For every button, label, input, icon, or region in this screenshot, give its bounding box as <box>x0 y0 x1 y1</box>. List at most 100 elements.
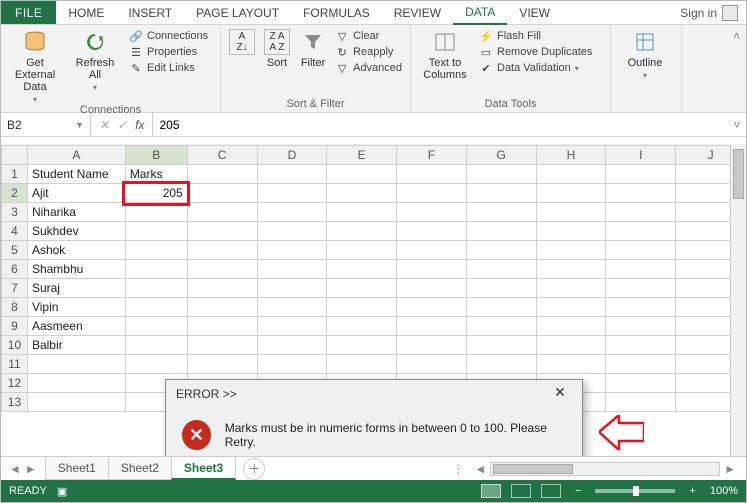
row-header-11[interactable]: 11 <box>2 355 28 374</box>
cell-I7[interactable] <box>606 279 676 298</box>
cell-E7[interactable] <box>327 279 397 298</box>
cell-H9[interactable] <box>536 317 606 336</box>
cell-E4[interactable] <box>327 222 397 241</box>
collapse-ribbon-icon[interactable]: ˄ <box>733 29 740 43</box>
cell-A11[interactable] <box>27 355 125 374</box>
cell-I5[interactable] <box>606 241 676 260</box>
expand-formula-bar[interactable]: ˅ <box>728 118 746 132</box>
outline-button[interactable]: Outline ▾ <box>619 29 671 80</box>
cell-F9[interactable] <box>397 317 467 336</box>
cell-A1[interactable]: Student Name <box>27 165 125 184</box>
cell-C9[interactable] <box>187 317 257 336</box>
cell-H11[interactable] <box>536 355 606 374</box>
row-header-5[interactable]: 5 <box>2 241 28 260</box>
cell-D1[interactable] <box>257 165 327 184</box>
data-validation-button[interactable]: ✔Data Validation ▾ <box>479 61 592 75</box>
cell-I11[interactable] <box>606 355 676 374</box>
cancel-formula-icon[interactable]: ✕ <box>99 118 109 132</box>
close-icon[interactable]: ✕ <box>546 384 574 404</box>
cell-C3[interactable] <box>187 203 257 222</box>
cell-C7[interactable] <box>187 279 257 298</box>
cell-E2[interactable] <box>327 184 397 203</box>
cell-I8[interactable] <box>606 298 676 317</box>
col-header-G[interactable]: G <box>466 146 536 165</box>
cell-G10[interactable] <box>466 336 536 355</box>
cell-H1[interactable] <box>536 165 606 184</box>
cell-F4[interactable] <box>397 222 467 241</box>
cell-B10[interactable] <box>125 336 187 355</box>
cell-F6[interactable] <box>397 260 467 279</box>
vertical-scrollbar[interactable] <box>730 145 746 456</box>
cell-B3[interactable] <box>125 203 187 222</box>
sign-in[interactable]: Sign in <box>672 1 746 24</box>
tab-review[interactable]: REVIEW <box>382 1 453 24</box>
cell-H3[interactable] <box>536 203 606 222</box>
cell-E1[interactable] <box>327 165 397 184</box>
reapply-button[interactable]: ↻Reapply <box>335 45 402 59</box>
cell-A9[interactable]: Aasmeen <box>27 317 125 336</box>
tab-formulas[interactable]: FORMULAS <box>291 1 382 24</box>
grid[interactable]: A B C D E F G H I J 1Student NameMarks2A… <box>1 145 746 412</box>
cell-G1[interactable] <box>466 165 536 184</box>
view-page-break[interactable] <box>541 484 561 498</box>
flash-fill-button[interactable]: ⚡Flash Fill <box>479 29 592 43</box>
enter-formula-icon[interactable]: ✓ <box>117 118 127 132</box>
cell-I1[interactable] <box>606 165 676 184</box>
sheet-tab-2[interactable]: Sheet2 <box>108 457 172 480</box>
properties-button[interactable]: ☰Properties <box>129 45 208 59</box>
cell-C4[interactable] <box>187 222 257 241</box>
row-header-12[interactable]: 12 <box>2 374 28 393</box>
cell-I6[interactable] <box>606 260 676 279</box>
zoom-out[interactable]: − <box>571 485 585 497</box>
cell-F10[interactable] <box>397 336 467 355</box>
filter-button[interactable]: Filter <box>299 29 327 69</box>
cell-D11[interactable] <box>257 355 327 374</box>
cell-B5[interactable] <box>125 241 187 260</box>
sheet-nav-next[interactable]: ► <box>25 462 37 476</box>
cell-H10[interactable] <box>536 336 606 355</box>
tab-file[interactable]: FILE <box>1 1 56 24</box>
row-header-2[interactable]: 2 <box>2 184 28 203</box>
cell-B9[interactable] <box>125 317 187 336</box>
cell-D2[interactable] <box>257 184 327 203</box>
hscroll-left[interactable]: ◄ <box>470 462 490 476</box>
cell-I10[interactable] <box>606 336 676 355</box>
macro-record-icon[interactable]: ▣ <box>57 485 67 498</box>
cell-G9[interactable] <box>466 317 536 336</box>
row-header-1[interactable]: 1 <box>2 165 28 184</box>
formula-input[interactable] <box>152 113 728 136</box>
cell-B2[interactable]: 205 <box>125 184 187 203</box>
cell-I3[interactable] <box>606 203 676 222</box>
cell-C8[interactable] <box>187 298 257 317</box>
tab-page-layout[interactable]: PAGE LAYOUT <box>184 1 291 24</box>
cell-I13[interactable] <box>606 393 676 412</box>
tab-insert[interactable]: INSERT <box>116 1 184 24</box>
cell-G8[interactable] <box>466 298 536 317</box>
cell-D7[interactable] <box>257 279 327 298</box>
tab-data[interactable]: DATA <box>453 1 507 25</box>
cell-G4[interactable] <box>466 222 536 241</box>
cell-C5[interactable] <box>187 241 257 260</box>
cell-G7[interactable] <box>466 279 536 298</box>
name-box[interactable]: B2 ▼ <box>1 113 91 136</box>
cell-A13[interactable] <box>27 393 125 412</box>
cell-F8[interactable] <box>397 298 467 317</box>
col-header-B[interactable]: B <box>125 146 187 165</box>
sheet-tab-1[interactable]: Sheet1 <box>45 457 109 480</box>
cell-B7[interactable] <box>125 279 187 298</box>
cell-H7[interactable] <box>536 279 606 298</box>
row-header-9[interactable]: 9 <box>2 317 28 336</box>
view-normal[interactable] <box>481 484 501 498</box>
cell-C10[interactable] <box>187 336 257 355</box>
sheet-nav-prev[interactable]: ◄ <box>9 462 21 476</box>
cell-I12[interactable] <box>606 374 676 393</box>
connections-button[interactable]: 🔗Connections <box>129 29 208 43</box>
horizontal-scrollbar[interactable] <box>490 462 720 476</box>
worksheet[interactable]: A B C D E F G H I J 1Student NameMarks2A… <box>1 145 746 456</box>
cell-B8[interactable] <box>125 298 187 317</box>
cell-F11[interactable] <box>397 355 467 374</box>
cell-D6[interactable] <box>257 260 327 279</box>
cell-D10[interactable] <box>257 336 327 355</box>
edit-links-button[interactable]: ✎Edit Links <box>129 61 208 75</box>
cell-A4[interactable]: Sukhdev <box>27 222 125 241</box>
